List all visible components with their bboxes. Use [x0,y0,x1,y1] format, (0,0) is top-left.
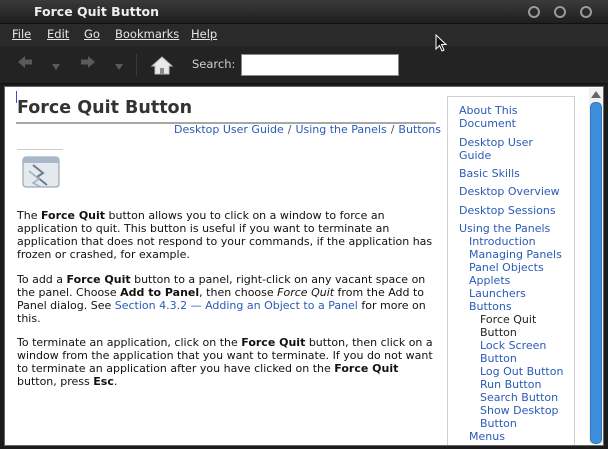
maximize-icon[interactable] [554,6,566,18]
menu-go[interactable]: Go [84,27,100,41]
nav-log-out-button[interactable]: Log Out Button [480,365,563,378]
left-arrow-icon [18,56,32,68]
nav-run-button[interactable]: Run Button [480,378,541,391]
right-arrow-icon [81,56,95,68]
forward-history-dropdown[interactable] [115,59,123,77]
vertical-scrollbar[interactable] [589,88,603,444]
toolbar: Search: [0,46,608,84]
scroll-up-icon[interactable] [591,91,601,100]
nav-about-this-document-cont[interactable]: Document [459,117,516,130]
nav-managing-panels[interactable]: Managing Panels [469,248,562,261]
nav-introduction[interactable]: Introduction [469,235,536,248]
nav-force-quit-button-current: Force Quit [480,313,537,326]
paragraph-add: To add a Force Quit button to a panel, r… [17,273,426,325]
menu-edit[interactable]: Edit [47,27,69,41]
back-history-dropdown[interactable] [52,59,60,77]
breadcrumb-buttons[interactable]: Buttons [398,123,441,136]
breadcrumb: Desktop User Guide / Using the Panels / Butt… [174,123,441,136]
nav-lock-screen-button-cont[interactable]: Button [480,352,517,365]
scrollbar-thumb[interactable] [590,102,602,444]
paragraph-intro: The Force Quit button allows you to clic… [17,209,433,261]
nav-desktop-overview[interactable]: Desktop Overview [459,185,560,198]
search-label: Search: [192,57,236,71]
nav-launchers[interactable]: Launchers [469,287,526,300]
breadcrumb-desktop-user-guide[interactable]: Desktop User Guide [174,123,284,136]
menu-bar: File Edit Go Bookmarks Help [0,24,608,46]
minimize-icon[interactable] [528,6,540,18]
toolbar-separator [136,54,137,76]
nav-about-this-document[interactable]: About This [459,104,518,117]
nav-show-desktop-button[interactable]: Show Desktop [480,404,559,417]
nav-force-quit-button-current-cont: Button [480,326,517,339]
nav-desktop-sessions[interactable]: Desktop Sessions [459,204,556,217]
nav-using-the-panels[interactable]: Using the Panels [459,222,550,235]
forward-button[interactable] [80,55,96,73]
mouse-pointer-icon [435,34,447,52]
chevron-down-icon [115,64,123,70]
nav-applets[interactable]: Applets [469,274,510,287]
breadcrumb-using-the-panels[interactable]: Using the Panels [295,123,386,136]
nav-desktop-user-guide[interactable]: Desktop User [459,136,533,149]
menu-file[interactable]: File [12,27,31,41]
window-titlebar[interactable]: Force Quit Button [0,0,608,24]
nav-basic-skills[interactable]: Basic Skills [459,167,520,180]
section-link[interactable]: Section 4.3.2 — Adding an Object to a Pa… [115,299,358,312]
home-icon [150,56,174,75]
window-title: Force Quit Button [34,4,160,19]
nav-search-button[interactable]: Search Button [480,391,558,404]
close-icon[interactable] [580,6,592,18]
nav-desktop-user-guide-cont[interactable]: Guide [459,149,491,162]
nav-menus[interactable]: Menus [469,430,505,443]
nav-panel-objects[interactable]: Panel Objects [469,261,544,274]
menu-help[interactable]: Help [191,27,217,41]
help-content-frame: Force Quit Button Desktop User Guide / Usi… [4,86,604,446]
force-quit-icon [17,149,63,191]
nav-show-desktop-button-cont[interactable]: Button [480,417,517,430]
home-button[interactable] [148,53,176,77]
menu-bookmarks[interactable]: Bookmarks [115,27,179,41]
paragraph-terminate: To terminate an application, click on th… [17,336,433,388]
page-title: Force Quit Button [17,98,193,118]
back-button[interactable] [17,55,33,73]
sidebar-navigation: About This Document Desktop User Guide B… [447,96,575,445]
nav-lock-screen-button[interactable]: Lock Screen [480,339,546,352]
nav-buttons[interactable]: Buttons [469,300,512,313]
search-input[interactable] [241,54,399,76]
chevron-down-icon [52,64,60,70]
